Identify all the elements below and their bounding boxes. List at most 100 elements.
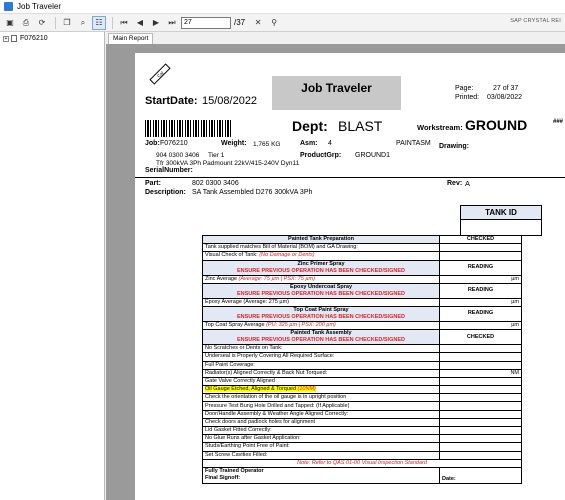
report-viewer[interactable]: Cat Job Traveler Page: 27 of 37 Printed:… xyxy=(106,44,565,500)
table-row: Check doors and padlock holes for alignm… xyxy=(202,417,522,428)
job-value: F076210 xyxy=(160,140,188,147)
page-label: Page: xyxy=(455,85,474,92)
section-header: Painted Tank Assembly ENSURE PREVIOUS OPE… xyxy=(202,329,440,346)
check-item: Pressure Test Bung Hole Drilled and Tapp… xyxy=(202,401,440,411)
app-icon xyxy=(4,2,13,11)
job-label: Job: xyxy=(145,140,160,147)
check-item-text: Visual Check of Tank: xyxy=(205,252,260,259)
table-row: Fully Trained Operator Final Signoff: Date… xyxy=(202,466,522,484)
tier-value: Tier 1 xyxy=(208,152,225,159)
tree-item[interactable]: + F076210 xyxy=(0,32,104,42)
check-item-text: Oil Gauge Etched, Aligned & Torqued xyxy=(205,386,298,393)
divider xyxy=(135,177,565,178)
toolbar-separator xyxy=(55,16,56,29)
part-number: 904 0300 3406 xyxy=(156,152,200,159)
part-label: Part: xyxy=(145,180,161,187)
tank-id-header: TANK ID xyxy=(461,206,541,220)
signoff-label: Final Signoff: xyxy=(205,475,241,482)
close-view-icon[interactable]: ✕ xyxy=(251,16,265,30)
table-row: Epoxy Undercoat Spray ENSURE PREVIOUS OPE… xyxy=(202,282,522,299)
check-item: Radiator(s) Aligned Correctly & Back Nut… xyxy=(202,368,440,378)
refresh-icon[interactable]: ⟳ xyxy=(35,16,49,30)
paintasm-value: PAINTASM xyxy=(396,140,431,147)
check-cell[interactable] xyxy=(439,425,522,436)
check-cell[interactable] xyxy=(439,243,522,253)
reading-unit[interactable]: µm xyxy=(439,297,522,307)
check-cell[interactable] xyxy=(439,434,522,444)
table-row: Top Coat Spray Average (PU: 325 µm | PSX… xyxy=(202,320,522,331)
page-number-input[interactable] xyxy=(181,16,231,29)
section-header: Top Coat Paint Spray ENSURE PREVIOUS OPER… xyxy=(202,305,440,322)
check-cell[interactable] xyxy=(439,417,522,428)
table-row: No Scratches or Dents on Tank: xyxy=(202,344,522,354)
inspection-note: Note: Refer to QAS 01-00 Visual Inspecti… xyxy=(202,458,522,468)
check-cell[interactable] xyxy=(439,393,522,403)
check-cell[interactable] xyxy=(439,401,522,411)
startdate-label: StartDate: xyxy=(145,95,198,107)
workstream-label: Workstream: xyxy=(417,123,463,132)
description-value: SA Tank Assembled D276 300kVA 3Ph xyxy=(192,189,313,196)
dept-label: Dept: xyxy=(292,118,328,134)
reading-unit[interactable]: µm xyxy=(439,320,522,331)
transformer-desc: Tfr 300kVA 3Ph Padmount 22kV/415-240V Dy… xyxy=(156,160,300,167)
table-row: No Glue Runs after Gasket Application: xyxy=(202,434,522,444)
column-label: READING xyxy=(439,305,522,322)
check-item: Zinc Average (Average: 75 µm | PSX: 75 µ… xyxy=(202,274,440,284)
zoom-icon[interactable]: ⚲ xyxy=(267,16,281,30)
section-warning: ENSURE PREVIOUS OPERATION HAS BEEN CHECK… xyxy=(237,267,405,274)
date-cell[interactable]: Date: xyxy=(439,466,522,484)
column-label: CHECKED xyxy=(439,234,522,245)
table-row: Oil Gauge Etched, Aligned & Torqued (10N… xyxy=(202,385,522,395)
check-item: Full Paint Coverage: xyxy=(202,360,440,370)
prev-page-icon[interactable]: ◀ xyxy=(133,16,147,30)
next-page-icon[interactable]: ▶ xyxy=(149,16,163,30)
check-cell[interactable] xyxy=(439,385,522,395)
check-cell[interactable] xyxy=(439,450,522,460)
highlighted-item: Oil Gauge Etched, Aligned & Torqued (10N… xyxy=(205,386,316,393)
tree-item-label: F076210 xyxy=(20,35,48,42)
expand-icon[interactable]: + xyxy=(3,35,9,42)
section-warning: ENSURE PREVIOUS OPERATION HAS BEEN CHECK… xyxy=(237,337,405,344)
logo: Cat xyxy=(145,59,175,89)
section-warning: ENSURE PREVIOUS OPERATION HAS BEEN CHECK… xyxy=(237,313,405,320)
check-item: Top Coat Spray Average (PU: 325 µm | PSX… xyxy=(202,320,440,331)
check-item: Gate Valve Correctly Aligned xyxy=(202,376,440,387)
check-item: Check the orientation of the oil gauge i… xyxy=(202,393,440,403)
check-item: Set Screw Cavities Filled: xyxy=(202,450,440,460)
table-row: Door/Handle Assembly & Weather Angle Ali… xyxy=(202,409,522,419)
signoff-title: Fully Trained Operator xyxy=(205,468,264,475)
section-title: Painted Tank Assembly xyxy=(290,330,352,337)
logo-icon: Cat xyxy=(149,63,171,85)
last-page-icon[interactable]: ⏭ xyxy=(165,16,179,30)
weight-value: 1,765 KG xyxy=(253,141,281,148)
check-cell[interactable] xyxy=(439,251,522,261)
table-row: Painted Tank Preparation CHECKED xyxy=(202,234,522,245)
check-item: Door/Handle Assembly & Weather Angle Ali… xyxy=(202,409,440,419)
tab-main-report[interactable]: Main Report xyxy=(108,33,154,44)
check-cell[interactable] xyxy=(439,360,522,370)
export-icon[interactable]: ▣ xyxy=(3,16,17,30)
brand-label: SAP CRYSTAL REI xyxy=(510,18,561,24)
copy-icon[interactable]: ❐ xyxy=(60,16,74,30)
check-item-note: (10NM) xyxy=(297,386,316,393)
reading-unit[interactable]: µm xyxy=(439,274,522,284)
rev-value: A xyxy=(465,179,471,188)
group-tree-toggle-icon[interactable]: ☷ xyxy=(92,15,106,30)
section-title: Epoxy Undercoat Spray xyxy=(289,283,353,290)
workstream-value: GROUND xyxy=(465,117,528,133)
table-row: Visual Check of Tank: (No Damage or Dent… xyxy=(202,251,522,261)
check-cell[interactable] xyxy=(439,352,522,362)
search-icon[interactable]: ⌕ xyxy=(76,16,90,30)
check-cell[interactable] xyxy=(439,442,522,452)
check-cell[interactable] xyxy=(439,409,522,419)
section-header: Painted Tank Preparation xyxy=(202,234,440,245)
print-icon[interactable]: ⎙ xyxy=(19,16,33,30)
first-page-icon[interactable]: ⏮ xyxy=(117,16,131,30)
check-cell[interactable] xyxy=(439,344,522,354)
printed-value: 03/08/2022 xyxy=(487,94,523,101)
description-label: Description: xyxy=(145,189,186,196)
document-icon xyxy=(11,35,17,42)
serial-label: SerialNumber: xyxy=(145,167,193,174)
check-cell[interactable] xyxy=(439,376,522,387)
reading-unit[interactable]: NM xyxy=(439,368,522,378)
